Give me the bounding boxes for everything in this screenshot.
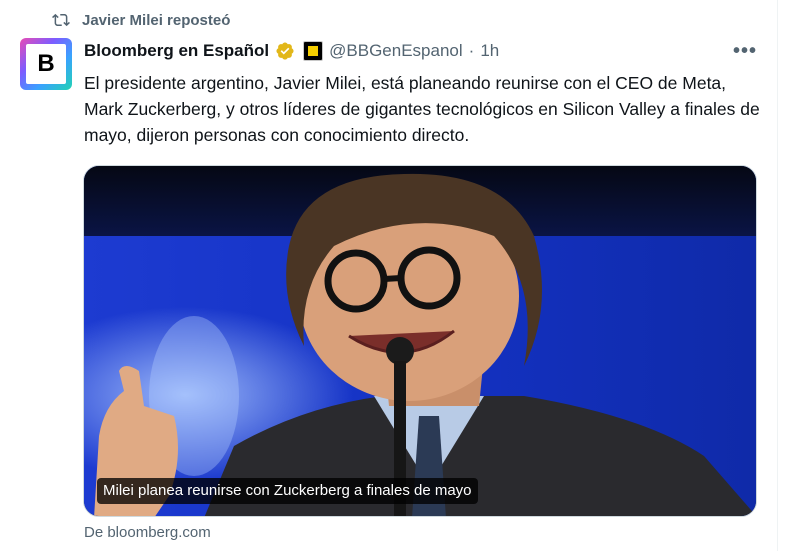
separator-dot: · [468,41,475,60]
verified-badge-icon[interactable] [275,41,295,61]
repost-icon [52,13,70,27]
card-source-link[interactable]: De bloomberg.com [84,524,211,541]
more-options-button[interactable]: ••• [730,40,760,62]
photo-illustration [84,166,756,516]
author-handle[interactable]: @BBGenEspanol [329,41,463,61]
repost-context: Javier Milei reposteó [52,9,230,31]
timestamp[interactable]: 1h [480,41,499,61]
divider [777,0,778,551]
tweet-header: Bloomberg en Español @BBGenEspanol · 1h [84,40,499,62]
avatar-letter: B [26,44,66,84]
author-name[interactable]: Bloomberg en Español [84,41,269,61]
avatar[interactable]: B [20,38,72,90]
link-card-image[interactable]: Milei planea reunirse con Zuckerberg a f… [83,165,757,517]
tweet[interactable]: Javier Milei reposteó B Bloomberg en Esp… [0,0,790,551]
repost-label[interactable]: Javier Milei reposteó [82,12,230,29]
tweet-text: El presidente argentino, Javier Milei, e… [84,73,760,145]
affiliation-badge-icon[interactable] [303,41,324,61]
card-caption: Milei planea reunirse con Zuckerberg a f… [97,478,478,504]
